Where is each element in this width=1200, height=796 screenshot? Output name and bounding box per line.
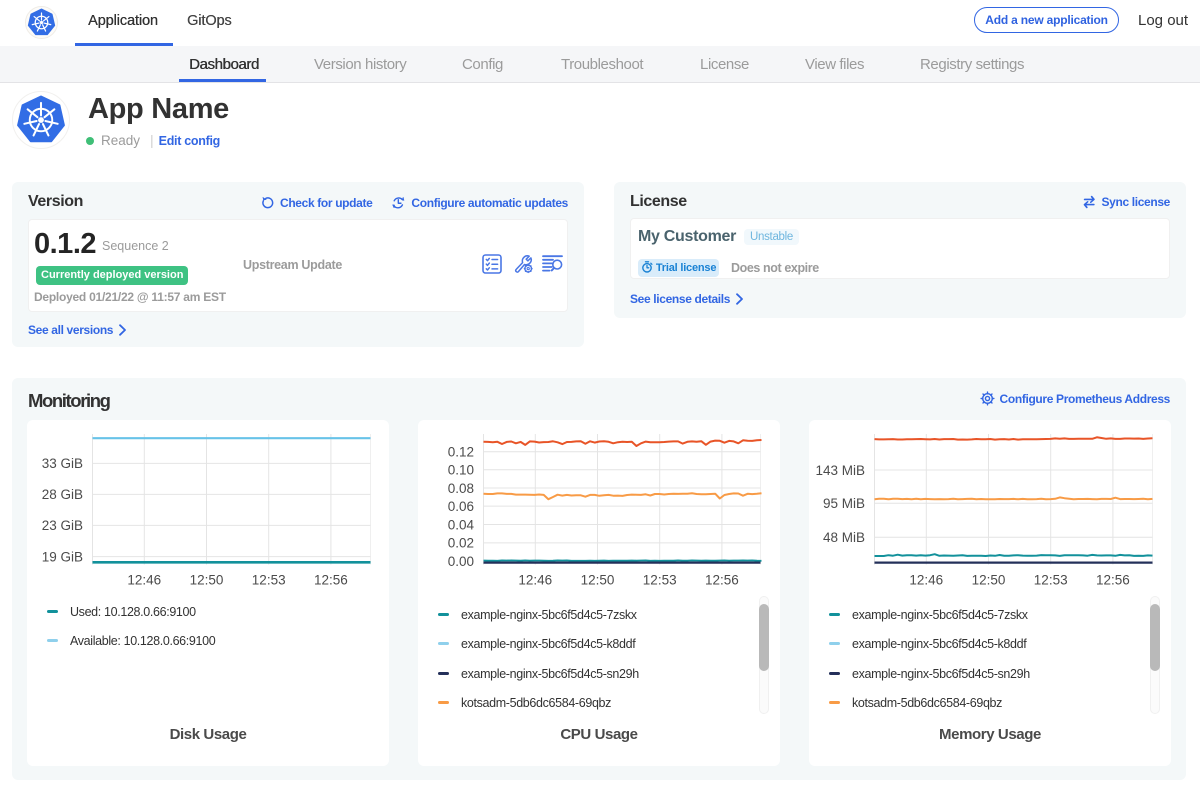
svg-text:19 GiB: 19 GiB	[42, 549, 83, 564]
svg-text:0.06: 0.06	[448, 499, 474, 514]
svg-text:12:50: 12:50	[581, 573, 615, 588]
svg-text:12:53: 12:53	[643, 573, 677, 588]
svg-text:0.12: 0.12	[448, 445, 474, 460]
svg-text:0.02: 0.02	[448, 536, 474, 551]
svg-text:12:56: 12:56	[314, 573, 348, 588]
svg-text:12:53: 12:53	[1034, 573, 1068, 588]
svg-text:12:56: 12:56	[705, 573, 739, 588]
svg-text:12:50: 12:50	[190, 573, 224, 588]
svg-text:143 MiB: 143 MiB	[815, 463, 865, 478]
svg-text:0.00: 0.00	[448, 554, 474, 569]
svg-text:12:53: 12:53	[252, 573, 286, 588]
svg-text:12:50: 12:50	[972, 573, 1006, 588]
svg-text:12:46: 12:46	[909, 573, 943, 588]
svg-text:0.08: 0.08	[448, 481, 474, 496]
svg-text:23 GiB: 23 GiB	[42, 518, 83, 533]
svg-text:0.10: 0.10	[448, 463, 474, 478]
svg-text:12:56: 12:56	[1096, 573, 1130, 588]
svg-text:0.04: 0.04	[448, 517, 475, 532]
svg-text:95 MiB: 95 MiB	[823, 496, 865, 511]
svg-text:12:46: 12:46	[127, 573, 161, 588]
svg-text:33 GiB: 33 GiB	[42, 456, 83, 471]
svg-text:28 GiB: 28 GiB	[42, 487, 83, 502]
svg-text:48 MiB: 48 MiB	[823, 530, 865, 545]
svg-text:12:46: 12:46	[518, 573, 552, 588]
